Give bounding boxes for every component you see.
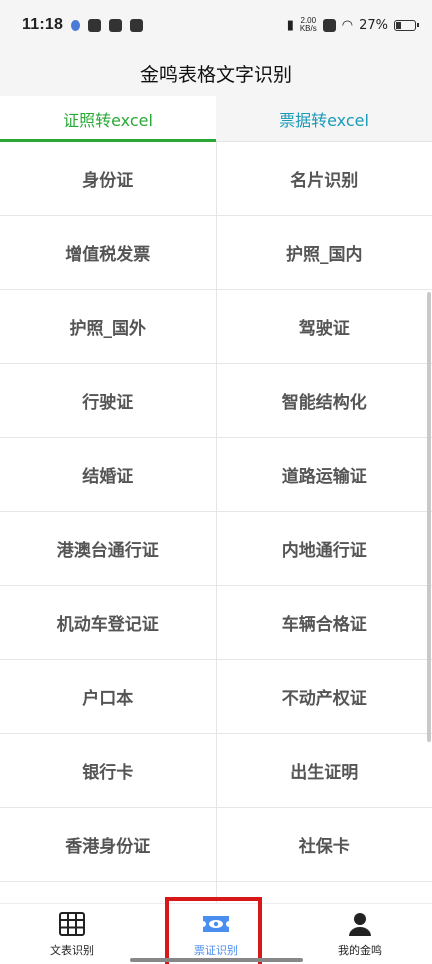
grid-item-road-transport-permit[interactable]: 道路运输证 xyxy=(217,438,432,511)
grid-item-hk-macau-taiwan-pass[interactable]: 港澳台通行证 xyxy=(0,512,217,585)
grid-item-property-certificate[interactable]: 不动产权证 xyxy=(217,660,432,733)
nav-table-recognition[interactable]: 文表识别 xyxy=(0,904,144,964)
grid-row: 身份证 名片识别 xyxy=(0,142,432,216)
status-right: ▮ 2.00 KB/s ◠ 27% xyxy=(286,16,419,33)
tab-receipt-to-excel[interactable]: 票据转excel xyxy=(216,96,432,141)
nav-my-jinming[interactable]: 我的金鸣 xyxy=(288,904,432,964)
battery-icon xyxy=(394,19,419,31)
grid-item-marriage-certificate[interactable]: 结婚证 xyxy=(0,438,217,511)
grid-row: 结婚证 道路运输证 xyxy=(0,438,432,512)
grid-item-driver-license[interactable]: 驾驶证 xyxy=(217,290,432,363)
grid-item-smart-structure[interactable]: 智能结构化 xyxy=(217,364,432,437)
user-icon xyxy=(349,912,371,936)
status-bar: 11:18 ▮ 2.00 KB/s ◠ 27% xyxy=(0,0,432,50)
wifi-icon: ◠ xyxy=(341,17,354,33)
grid-item-passport-domestic[interactable]: 护照_国内 xyxy=(217,216,432,289)
battery-percent: 27% xyxy=(359,17,388,33)
grid-item-vehicle-license[interactable]: 行驶证 xyxy=(0,364,217,437)
nfc-icon xyxy=(322,18,336,32)
grid-item-id-card[interactable]: 身份证 xyxy=(0,142,217,215)
grid-row: 港澳台通行证 内地通行证 xyxy=(0,512,432,586)
table-icon xyxy=(59,911,85,936)
nav-label: 文表识别 xyxy=(50,943,94,957)
status-left: 11:18 xyxy=(22,16,144,34)
notification-icon xyxy=(71,19,81,31)
grid-item-vehicle-certificate[interactable]: 车辆合格证 xyxy=(217,586,432,659)
grid-row: 行驶证 智能结构化 xyxy=(0,364,432,438)
status-time: 11:18 xyxy=(22,16,64,33)
grid-item-vat-invoice[interactable]: 增值税发票 xyxy=(0,216,217,289)
grid-item-household-register[interactable]: 户口本 xyxy=(0,660,217,733)
document-type-grid: 身份证 名片识别 增值税发票 护照_国内 护照_国外 驾驶证 行驶证 智能结构化… xyxy=(0,142,432,903)
grid-row: 银行卡 出生证明 xyxy=(0,734,432,808)
app-icon xyxy=(109,18,123,32)
tiktok-icon xyxy=(88,18,102,32)
vibrate-icon: ▮ xyxy=(286,17,294,33)
grid-row: 护照_国外 驾驶证 xyxy=(0,290,432,364)
grid-row: 户口本 不动产权证 xyxy=(0,660,432,734)
grid-item-social-security-card[interactable]: 社保卡 xyxy=(217,808,432,881)
scrollbar[interactable] xyxy=(427,292,431,742)
grid-item-passport-foreign[interactable]: 护照_国外 xyxy=(0,290,217,363)
grid-row: 香港身份证 社保卡 xyxy=(0,808,432,882)
grid-row: 增值税发票 护照_国内 xyxy=(0,216,432,290)
grid-item-vehicle-registration[interactable]: 机动车登记证 xyxy=(0,586,217,659)
nav-label: 我的金鸣 xyxy=(338,943,382,957)
page-title: 金鸣表格文字识别 xyxy=(0,50,432,96)
tab-bar: 证照转excel 票据转excel xyxy=(0,96,432,142)
grid-item-birth-certificate[interactable]: 出生证明 xyxy=(217,734,432,807)
home-indicator[interactable] xyxy=(130,958,303,962)
tab-certificate-to-excel[interactable]: 证照转excel xyxy=(0,96,216,142)
grid-row: 机动车登记证 车辆合格证 xyxy=(0,586,432,660)
grid-item-mainland-pass[interactable]: 内地通行证 xyxy=(217,512,432,585)
grid-item-hk-id-card[interactable]: 香港身份证 xyxy=(0,808,217,881)
grid-item-bank-card[interactable]: 银行卡 xyxy=(0,734,217,807)
app-icon-2 xyxy=(130,18,144,32)
highlight-box xyxy=(165,897,262,964)
grid-item-business-card[interactable]: 名片识别 xyxy=(217,142,432,215)
net-speed: 2.00 KB/s xyxy=(299,16,317,33)
